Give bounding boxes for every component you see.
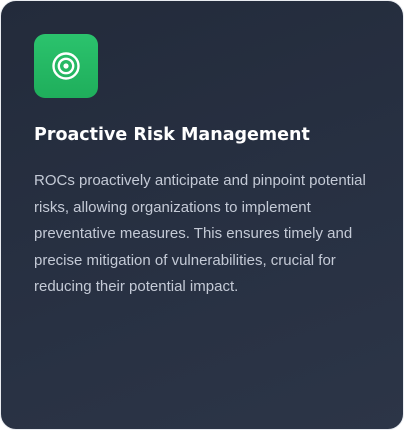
icon-badge [34,34,98,98]
feature-card: Proactive Risk Management ROCs proactive… [0,0,404,430]
card-title: Proactive Risk Management [34,125,310,145]
target-icon [52,52,80,80]
card-description: ROCs proactively anticipate and pinpoint… [34,172,366,295]
